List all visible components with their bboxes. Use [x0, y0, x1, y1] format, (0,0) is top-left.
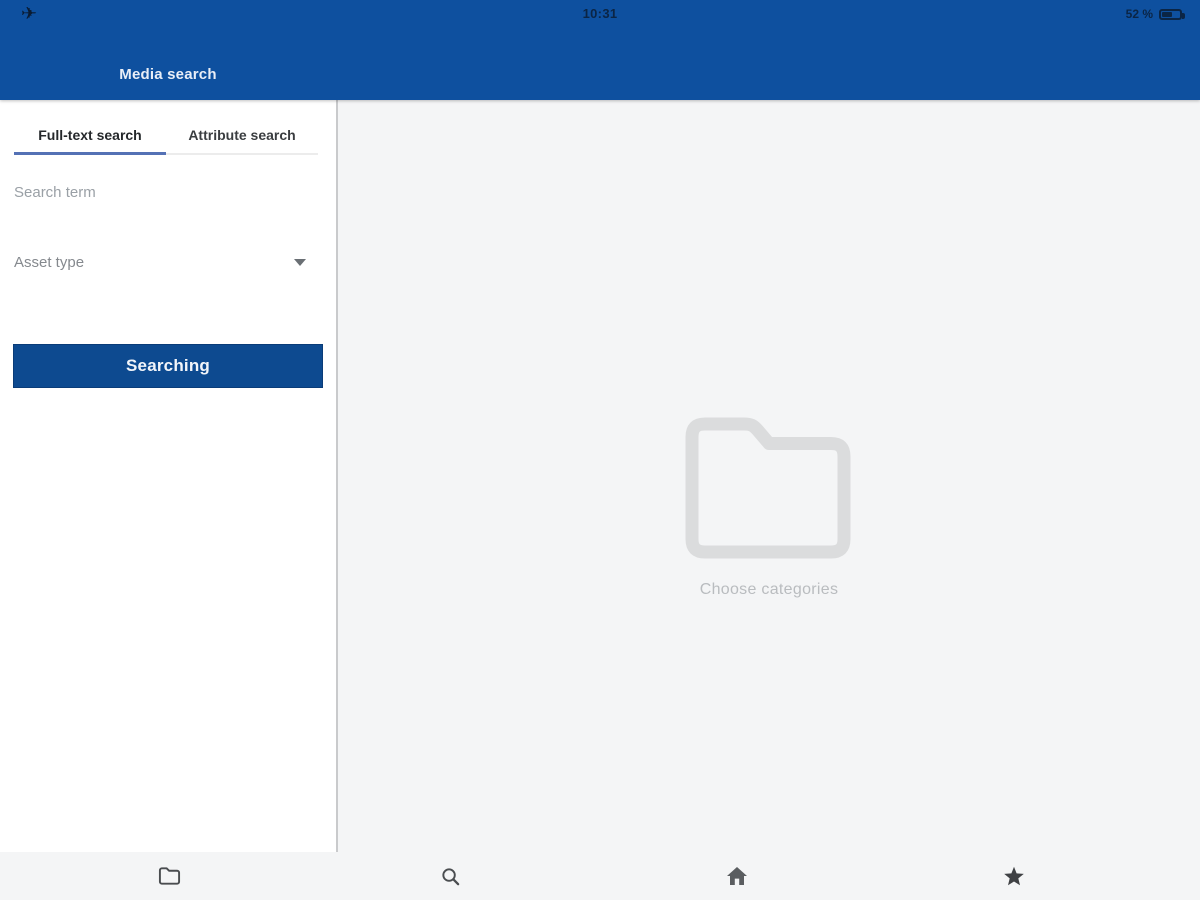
star-icon — [1004, 866, 1024, 885]
battery-percent-label: 52 % — [1125, 7, 1153, 21]
battery-icon — [1159, 8, 1185, 20]
empty-state-label: Choose categories — [699, 581, 839, 598]
search-term-input[interactable] — [14, 182, 304, 203]
page-title: Media search — [119, 66, 217, 83]
nav-favorites-button[interactable] — [994, 856, 1034, 896]
tab-fulltext-search[interactable]: Full-text search — [14, 115, 166, 155]
asset-type-label: Asset type — [14, 253, 85, 271]
tab-label: Full-text search — [38, 127, 142, 143]
asset-type-dropdown[interactable]: Asset type — [14, 250, 308, 274]
bottom-navigation — [0, 852, 1200, 900]
battery-status: 52 % — [1125, 7, 1185, 21]
nav-search-button[interactable] — [430, 856, 470, 896]
searching-button[interactable]: Searching — [13, 344, 323, 388]
tab-divider — [166, 153, 318, 155]
search-tabs: Full-text search Attribute search — [14, 115, 318, 155]
battery-fill — [1162, 11, 1172, 17]
nav-home-button[interactable] — [717, 856, 757, 896]
folder-icon — [685, 417, 851, 559]
empty-state: Choose categories — [338, 100, 1200, 900]
tab-attribute-search[interactable]: Attribute search — [166, 115, 318, 155]
sidebar-divider — [336, 100, 338, 852]
chevron-down-icon — [294, 258, 306, 266]
tab-label: Attribute search — [188, 127, 296, 143]
app-header: ✈ 10:31 52 % Media search — [0, 0, 1200, 100]
results-pane: Choose categories — [338, 100, 1200, 900]
search-icon — [441, 867, 459, 885]
nav-categories-button[interactable] — [149, 856, 189, 896]
folder-icon — [158, 867, 180, 885]
home-icon — [727, 867, 747, 885]
status-clock: 10:31 — [582, 6, 618, 21]
app-screen: ✈ 10:31 52 % Media search Full-text sear… — [0, 0, 1200, 900]
battery-nub — [1182, 13, 1185, 19]
search-sidebar: Full-text search Attribute search Asset … — [0, 100, 336, 852]
tab-indicator — [14, 152, 166, 155]
